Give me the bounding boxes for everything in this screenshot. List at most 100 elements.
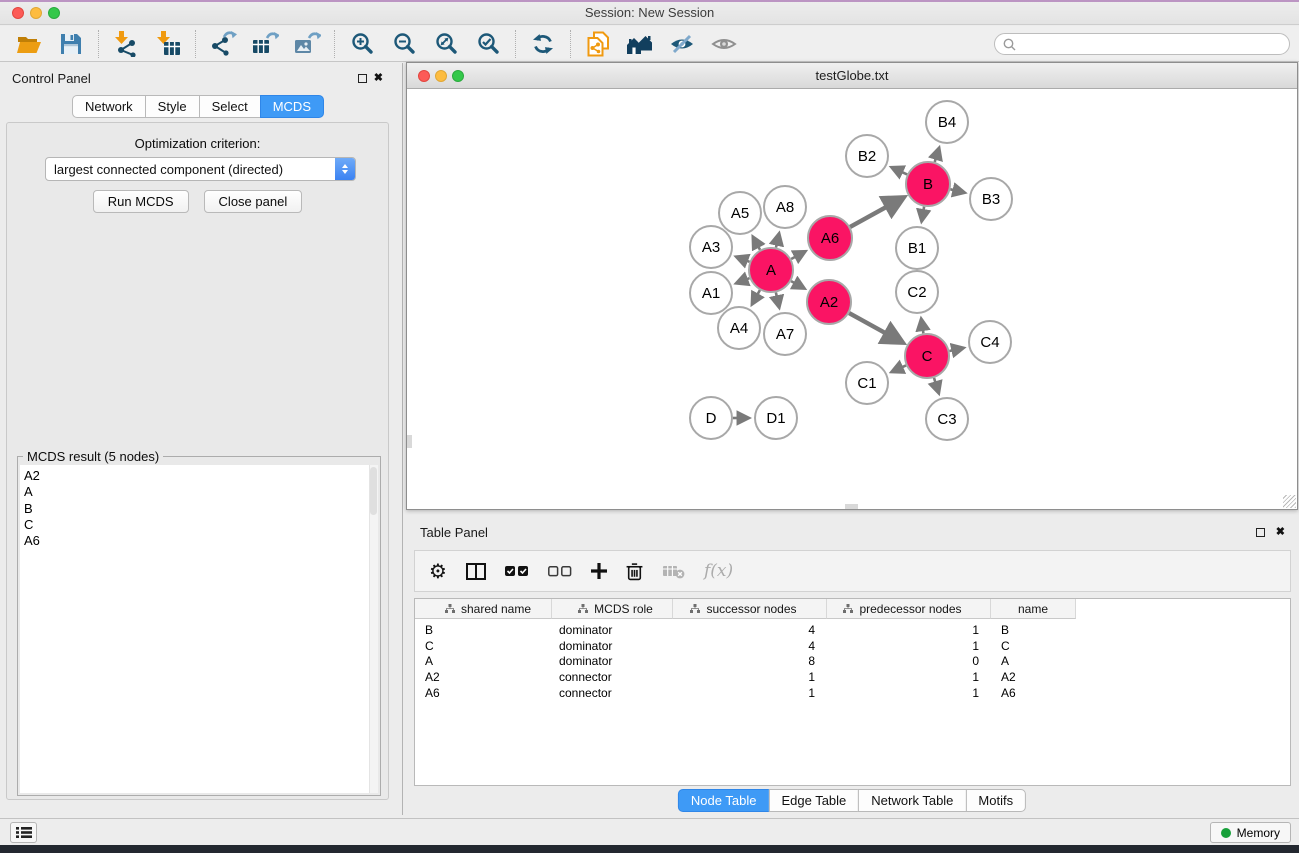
table-cell: 1 (827, 623, 991, 637)
column-header-mcds-role[interactable]: MCDS role (552, 599, 673, 619)
tab-select[interactable]: Select (199, 95, 261, 118)
edge-B-B4[interactable] (935, 148, 939, 162)
select-all-icon[interactable] (505, 566, 529, 577)
mcds-result-title: MCDS result (5 nodes) (23, 449, 163, 464)
result-item[interactable]: A2 (24, 468, 378, 484)
import-network-icon[interactable] (105, 28, 147, 60)
memory-button[interactable]: Memory (1210, 822, 1291, 843)
edge-A-A1[interactable] (736, 278, 749, 283)
memory-label: Memory (1237, 826, 1280, 840)
split-panel-icon[interactable] (466, 563, 486, 580)
result-item[interactable]: A6 (24, 533, 378, 549)
run-mcds-button[interactable]: Run MCDS (93, 190, 189, 213)
result-item[interactable]: C (24, 517, 378, 533)
zoom-out-icon[interactable] (383, 28, 425, 60)
table-cell: connector (552, 686, 673, 700)
control-panel-title: Control Panel (12, 71, 91, 86)
tab-network-table[interactable]: Network Table (858, 789, 966, 812)
close-panel-icon[interactable]: ✖ (374, 71, 383, 85)
close-window-button[interactable] (12, 7, 24, 19)
float-panel-icon[interactable] (358, 74, 367, 83)
column-header-successor-nodes[interactable]: successor nodes (673, 599, 827, 619)
tab-style[interactable]: Style (145, 95, 200, 118)
edge-B-B2[interactable] (892, 167, 908, 174)
tab-node-table[interactable]: Node Table (678, 789, 770, 812)
open-session-icon[interactable] (8, 28, 50, 60)
tab-edge-table[interactable]: Edge Table (768, 789, 859, 812)
float-table-panel-icon[interactable] (1256, 528, 1265, 537)
zoom-fit-icon[interactable] (425, 28, 467, 60)
node-label-A3: A3 (702, 239, 720, 256)
column-header-predecessor-nodes[interactable]: predecessor nodes (827, 599, 991, 619)
edge-A-A6[interactable] (791, 251, 805, 259)
tab-mcds[interactable]: MCDS (260, 95, 324, 118)
edge-A-A7[interactable] (776, 293, 779, 308)
network-zoom-button[interactable] (452, 70, 464, 82)
column-header-shared-name[interactable]: shared name (415, 599, 552, 619)
export-table-icon[interactable] (244, 28, 286, 60)
mcds-result-list[interactable]: A2 A B C A6 (20, 465, 378, 793)
edge-A-A8[interactable] (776, 233, 779, 247)
edge-C-C4[interactable] (950, 348, 964, 351)
zoom-in-icon[interactable] (341, 28, 383, 60)
column-header-name[interactable]: name (991, 599, 1076, 619)
edge-A-A2[interactable] (791, 281, 804, 288)
edge-B-B1[interactable] (922, 207, 925, 222)
close-panel-button[interactable]: Close panel (204, 190, 303, 213)
result-item[interactable]: B (24, 501, 378, 517)
table-row-B[interactable]: Bdominator41B (415, 622, 1290, 638)
hierarchy-icon (445, 604, 455, 613)
horizontal-scroll-nub[interactable] (845, 504, 858, 509)
refresh-layout-icon[interactable] (522, 28, 564, 60)
network-minimize-button[interactable] (435, 70, 447, 82)
minimize-window-button[interactable] (30, 7, 42, 19)
tab-motifs[interactable]: Motifs (965, 789, 1026, 812)
birds-eye-view-icon[interactable] (703, 28, 745, 60)
add-column-icon[interactable] (591, 563, 607, 579)
edge-C-C1[interactable] (892, 365, 906, 372)
close-table-panel-icon[interactable]: ✖ (1276, 525, 1285, 539)
table-row-A6[interactable]: A6connector11A6 (415, 685, 1290, 701)
export-network-icon[interactable] (202, 28, 244, 60)
vertical-scroll-nub[interactable] (407, 435, 412, 448)
edge-A-A4[interactable] (752, 290, 760, 304)
result-item[interactable]: A (24, 484, 378, 500)
function-builder-icon[interactable]: f(x) (704, 561, 733, 581)
optimization-criterion-dropdown[interactable]: largest connected component (directed) (45, 157, 356, 181)
table-row-A2[interactable]: A2connector11A2 (415, 669, 1290, 685)
home-view-icon[interactable] (619, 28, 661, 60)
edge-A-A3[interactable] (736, 257, 749, 262)
task-history-button[interactable] (10, 822, 37, 843)
delete-column-icon[interactable] (626, 562, 643, 581)
import-table-icon[interactable] (147, 28, 189, 60)
table-row-A[interactable]: Adominator80A (415, 653, 1290, 669)
result-scrollbar-thumb[interactable] (370, 467, 377, 515)
export-image-icon[interactable] (286, 28, 328, 60)
edge-A6-B[interactable] (850, 198, 903, 227)
network-close-button[interactable] (418, 70, 430, 82)
edge-A-A5[interactable] (753, 237, 760, 250)
panel-divider[interactable] (402, 63, 403, 815)
window-resize-grip[interactable] (1283, 495, 1296, 508)
search-input[interactable] (1021, 37, 1289, 51)
table-row-C[interactable]: Cdominator41C (415, 638, 1290, 654)
edge-C-C2[interactable] (921, 319, 923, 334)
graphics-details-toggle-icon[interactable] (661, 28, 703, 60)
mcds-result-group: MCDS result (5 nodes) A2 A B C A6 (17, 456, 381, 796)
edge-C-C3[interactable] (934, 378, 939, 393)
node-label-C: C (922, 348, 933, 365)
save-session-icon[interactable] (50, 28, 92, 60)
result-scrollbar[interactable] (369, 465, 378, 793)
edge-A2-C[interactable] (849, 313, 902, 342)
edge-B-B3[interactable] (950, 189, 964, 192)
table-cell: B (415, 623, 552, 637)
new-network-from-selection-icon[interactable] (577, 28, 619, 60)
zoom-window-button[interactable] (48, 7, 60, 19)
deselect-all-icon[interactable] (548, 566, 572, 577)
delete-table-icon[interactable] (662, 564, 685, 579)
zoom-selected-icon[interactable] (467, 28, 509, 60)
table-settings-gear-icon[interactable]: ⚙ (429, 561, 447, 581)
tab-network[interactable]: Network (72, 95, 146, 118)
search-field[interactable] (994, 33, 1290, 55)
network-canvas[interactable]: B4B2BB3A5A8A6A3B1AA1C2A2A4A7C4CC1C3DD1 (407, 90, 1297, 509)
